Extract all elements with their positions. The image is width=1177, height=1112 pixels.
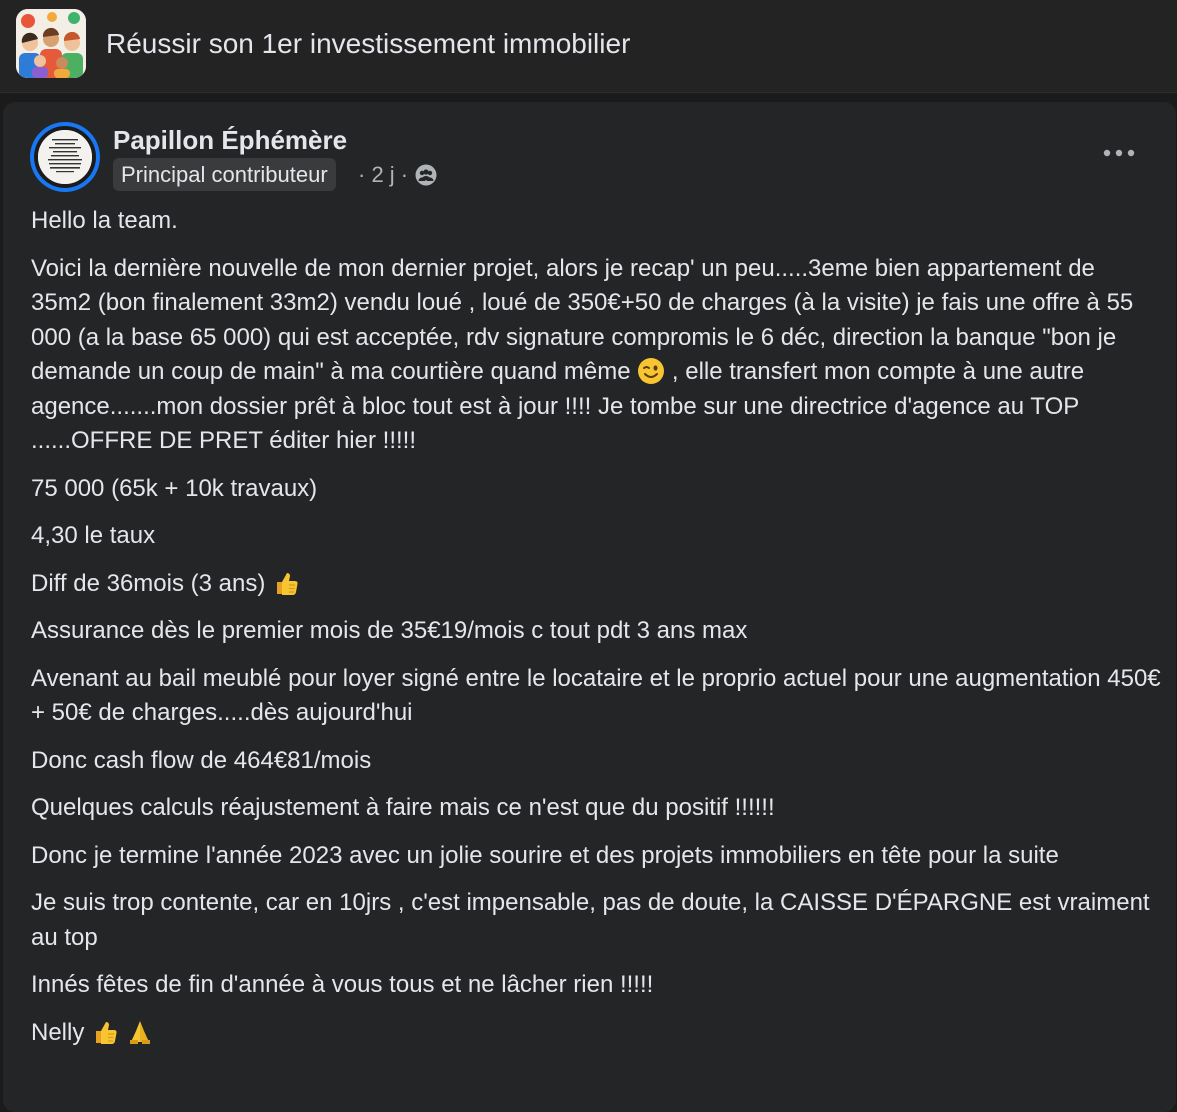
- author-name[interactable]: Papillon Éphémère: [113, 125, 347, 156]
- post-paragraph: Innés fêtes de fin d'année à vous tous e…: [31, 971, 654, 998]
- post-body: Hello la team. Voici la dernière nouvell…: [31, 204, 1161, 1063]
- post-paragraph: Nelly: [31, 1016, 1161, 1051]
- contributor-badge[interactable]: Principal contributeur: [113, 158, 336, 191]
- post-paragraph: Hello la team.: [31, 207, 178, 234]
- group-title[interactable]: Réussir son 1er investissement immobilie…: [106, 28, 630, 60]
- post-paragraph: Voici la dernière nouvelle de mon dernie…: [31, 252, 1161, 459]
- post-paragraph: Assurance dès le premier mois de 35€19/m…: [31, 617, 748, 644]
- winking-face-emoji-icon: [638, 358, 665, 384]
- group-audience-icon[interactable]: [415, 164, 437, 186]
- post-signature: Nelly: [31, 1018, 85, 1046]
- thumbs-up-emoji-icon: [96, 1021, 117, 1044]
- group-header: Réussir son 1er investissement immobilie…: [0, 0, 1177, 93]
- author-avatar[interactable]: [30, 122, 100, 192]
- group-avatar[interactable]: [16, 9, 86, 78]
- more-options-icon[interactable]: [1098, 140, 1140, 166]
- folded-hands-emoji-icon: [129, 1020, 150, 1044]
- post-paragraph: Avenant au bail meublé pour loyer signé …: [31, 664, 1161, 727]
- thumbs-up-emoji-icon: [277, 572, 298, 595]
- post-paragraph: Quelques calculs réajustement à faire ma…: [31, 794, 775, 821]
- post-paragraph: 75 000 (65k + 10k travaux): [31, 474, 318, 502]
- post-paragraph: 4,30 le taux: [31, 522, 156, 549]
- post-timestamp[interactable]: · 2 j ·: [358, 162, 408, 188]
- post-text: Diff de 36mois (3 ans): [31, 569, 266, 597]
- quote-image-icon: [38, 130, 92, 184]
- post-paragraph: Diff de 36mois (3 ans): [31, 567, 1161, 602]
- group-people-illustration-icon: [16, 9, 86, 78]
- post-paragraph: Je suis trop contente, car en 10jrs , c'…: [31, 889, 1150, 951]
- post-paragraph: Donc cash flow de 464€81/mois: [31, 746, 372, 774]
- post-paragraph: Donc je termine l'année 2023 avec un jol…: [31, 841, 1059, 869]
